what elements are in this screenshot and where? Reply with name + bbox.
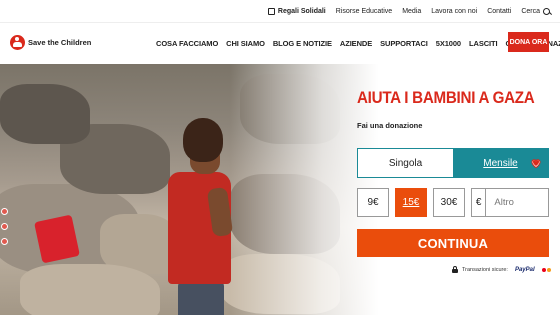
other-amount-field: €: [471, 188, 549, 217]
card-icon: [541, 267, 551, 272]
nav-item-lasciti[interactable]: LASCITI: [469, 39, 498, 48]
secure-transactions: Transazioni sicure: PayPal: [452, 266, 551, 273]
nav-item-supportaci[interactable]: SUPPORTACI: [380, 39, 428, 48]
frequency-toggle: Singola Mensile: [357, 148, 549, 178]
topbar-search[interactable]: Cerca: [521, 7, 550, 15]
other-amount-input[interactable]: [486, 197, 548, 208]
nav-item-blog[interactable]: BLOG E NOTIZIE: [273, 39, 332, 48]
topbar-label: Contatti: [487, 7, 512, 15]
nav-item-aziende[interactable]: AZIENDE: [340, 39, 372, 48]
lock-icon: [452, 266, 458, 273]
topbar-link-risorse[interactable]: Risorse Educative: [336, 8, 392, 15]
amount-selector: 9€ 15€ 30€ €: [357, 188, 549, 217]
topbar-label: Cerca: [521, 7, 540, 15]
rubble-shape: [0, 84, 90, 144]
utility-bar: Regali Solidali Risorse Educative Media …: [0, 0, 560, 22]
child-figure: [183, 118, 223, 162]
slide-dot[interactable]: [1, 223, 8, 230]
amount-option-9[interactable]: 9€: [357, 188, 389, 217]
hero-title: AIUTA I BAMBINI A GAZA: [357, 89, 535, 107]
frequency-single[interactable]: Singola: [358, 149, 453, 177]
amount-option-30[interactable]: 30€: [433, 188, 465, 217]
secure-label: Transazioni sicure:: [462, 266, 508, 273]
nav-item-chi-siamo[interactable]: CHI SIAMO: [226, 39, 265, 48]
slide-dot[interactable]: [1, 208, 8, 215]
topbar-label: Regali Solidali: [277, 7, 326, 15]
topbar-label: Media: [402, 7, 422, 15]
main-navbar: Save the Children COSA FACCIAMO CHI SIAM…: [0, 22, 560, 64]
rubble-shape: [20, 264, 160, 315]
hero-subtitle: Fai una donazione: [357, 120, 423, 130]
brand-name: Save the Children: [28, 38, 92, 47]
topbar-label: Lavora con noi: [431, 7, 478, 15]
frequency-monthly-label: Mensile: [483, 157, 518, 169]
search-icon: [543, 7, 550, 15]
brand-logo[interactable]: Save the Children: [10, 35, 91, 50]
frequency-monthly[interactable]: Mensile: [453, 149, 548, 177]
amount-option-15[interactable]: 15€: [395, 188, 427, 217]
topbar-label: Risorse Educative: [335, 7, 393, 15]
topbar-link-contatti[interactable]: Contatti: [487, 8, 511, 15]
gift-bag-icon: [267, 7, 275, 15]
nav-item-5x1000[interactable]: 5X1000: [436, 39, 461, 48]
topbar-link-media[interactable]: Media: [402, 8, 421, 15]
main-menu: COSA FACCIAMO CHI SIAMO BLOG E NOTIZIE A…: [156, 35, 560, 52]
logo-mark-icon: [10, 35, 25, 50]
nav-item-cosa-facciamo[interactable]: COSA FACCIAMO: [156, 39, 218, 48]
continue-button[interactable]: CONTINUA: [357, 229, 549, 257]
topbar-link-lavora[interactable]: Lavora con noi: [431, 8, 477, 15]
donate-now-button[interactable]: DONA ORA: [508, 32, 549, 52]
heart-icon: [531, 159, 541, 169]
child-figure: [178, 282, 224, 315]
slide-dot[interactable]: [1, 238, 8, 245]
topbar-link-regali[interactable]: Regali Solidali: [267, 7, 326, 15]
slide-indicators[interactable]: [1, 208, 8, 250]
currency-symbol: €: [472, 189, 487, 216]
donation-panel: AIUTA I BAMBINI A GAZA Fai una donazione: [357, 90, 549, 130]
paypal-logo: PayPal: [514, 266, 535, 273]
